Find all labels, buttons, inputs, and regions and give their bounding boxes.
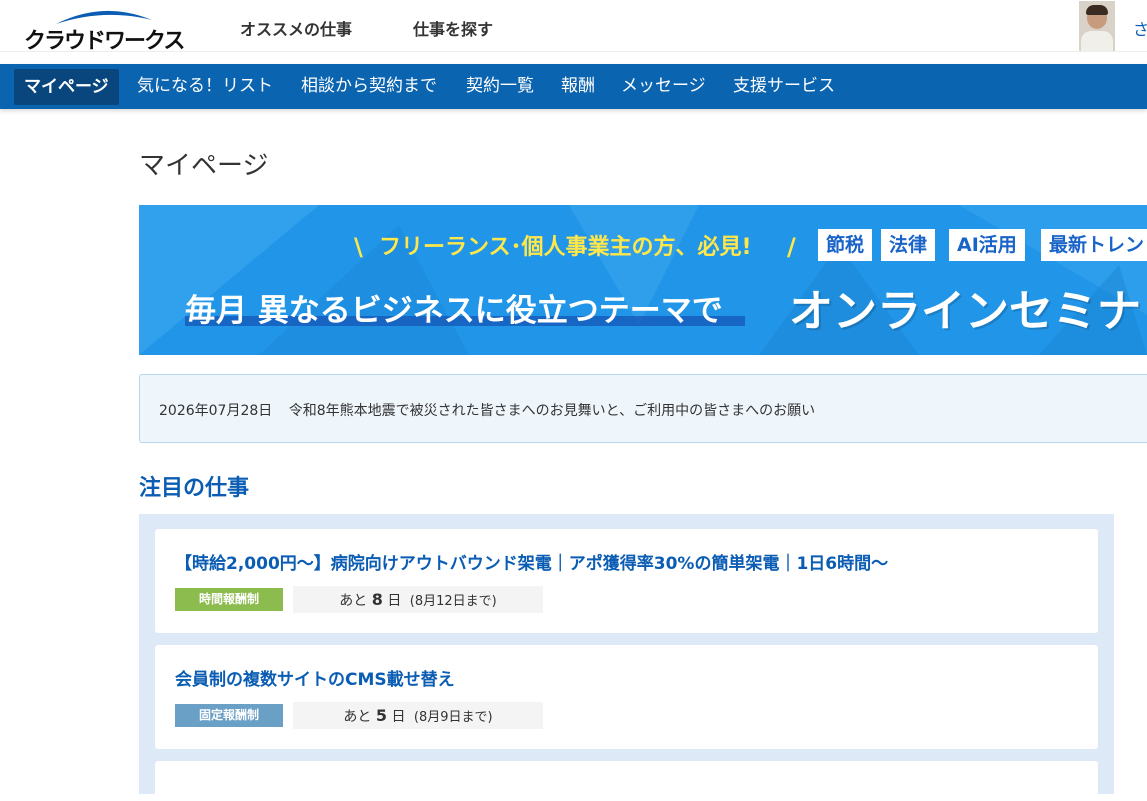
- banner-tag-ai: AI活用: [949, 229, 1025, 261]
- job-remaining: あと 8 日 (8月12日まで): [293, 586, 543, 613]
- top-header: クラウドワークス オススメの仕事 仕事を探す さ: [0, 0, 1147, 54]
- job-card[interactable]: 【時給2,000円～】病院向けアウトバウンド架電｜アポ獲得率30%の簡単架電｜1…: [155, 529, 1098, 633]
- job-type-badge: 固定報酬制: [175, 704, 283, 727]
- nav-messages[interactable]: メッセージ: [621, 64, 706, 109]
- banner-headline-big: オンラインセミナ: [789, 286, 1141, 337]
- featured-jobs-title: 注目の仕事: [139, 476, 250, 501]
- banner-headline: 毎月 異なるビジネスに役立つテーマで: [185, 293, 723, 329]
- nav-rewards[interactable]: 報酬: [561, 64, 595, 109]
- nav-support-services[interactable]: 支援サービス: [733, 64, 835, 109]
- notice-link[interactable]: 令和8年熊本地震で被災された皆さまへのお見舞いと、ご利用中の皆さまへのお願い: [289, 403, 815, 419]
- nav-recommended-jobs[interactable]: オススメの仕事: [240, 16, 352, 40]
- job-card[interactable]: 会員制の複数サイトのCMS載せ替え 固定報酬制 あと 5 日 (8月9日まで): [155, 645, 1098, 749]
- remaining-days: 5: [375, 706, 387, 725]
- remaining-prefix: あと: [343, 709, 372, 725]
- main-navigation: マイページ 気になる！リスト 相談から契約まで 契約一覧 報酬 メッセージ 支援…: [0, 64, 1147, 109]
- featured-jobs-panel: 【時給2,000円～】病院向けアウトバウンド架電｜アポ獲得率30%の簡単架電｜1…: [139, 514, 1114, 801]
- job-type-badge: 時間報酬制: [175, 588, 283, 611]
- user-name-truncated[interactable]: さ: [1133, 16, 1147, 40]
- remaining-unit: 日: [391, 709, 406, 725]
- job-card[interactable]: [155, 761, 1098, 801]
- remaining-days: 8: [371, 590, 383, 609]
- nav-favorites[interactable]: 気になる！リスト: [137, 64, 273, 109]
- remaining-prefix: あと: [339, 593, 368, 609]
- banner-tag-law: 法律: [881, 229, 936, 261]
- page-title: マイページ: [139, 151, 269, 181]
- notice-box: 2026年07月28日 令和8年熊本地震で被災された皆さまへのお見舞いと、ご利用…: [139, 374, 1147, 443]
- banner-tag-trends: 最新トレン: [1041, 229, 1147, 261]
- nav-contracts[interactable]: 契約一覧: [466, 64, 534, 109]
- deadline-date: (8月12日まで): [409, 594, 497, 609]
- banner-slash-left: \: [354, 233, 363, 261]
- banner-slash-right: /: [787, 233, 796, 261]
- deadline-date: (8月9日まで): [413, 710, 493, 725]
- job-title[interactable]: 会員制の複数サイトのCMS載せ替え: [175, 665, 455, 690]
- nav-find-jobs[interactable]: 仕事を探す: [413, 16, 493, 40]
- banner-subtitle: フリーランス･個人事業主の方、必見!: [379, 235, 752, 260]
- crowdworks-logo[interactable]: クラウドワークス: [24, 6, 185, 54]
- banner-tag-tax: 節税: [818, 229, 873, 261]
- seminar-banner[interactable]: \ フリーランス･個人事業主の方、必見! / 節税 法律 AI活用 最新トレン …: [139, 205, 1147, 355]
- notice-line: 2026年07月28日 令和8年熊本地震で被災された皆さまへのお見舞いと、ご利用…: [159, 400, 815, 420]
- nav-consult-to-contract[interactable]: 相談から契約まで: [301, 64, 437, 109]
- job-remaining: あと 5 日 (8月9日まで): [293, 702, 543, 729]
- user-avatar[interactable]: [1079, 1, 1115, 51]
- logo-text: クラウドワークス: [24, 29, 185, 54]
- remaining-unit: 日: [387, 593, 402, 609]
- job-title[interactable]: 【時給2,000円～】病院向けアウトバウンド架電｜アポ獲得率30%の簡単架電｜1…: [175, 549, 888, 574]
- notice-date: 2026年07月28日: [159, 403, 273, 419]
- nav-mypage[interactable]: マイページ: [14, 69, 119, 105]
